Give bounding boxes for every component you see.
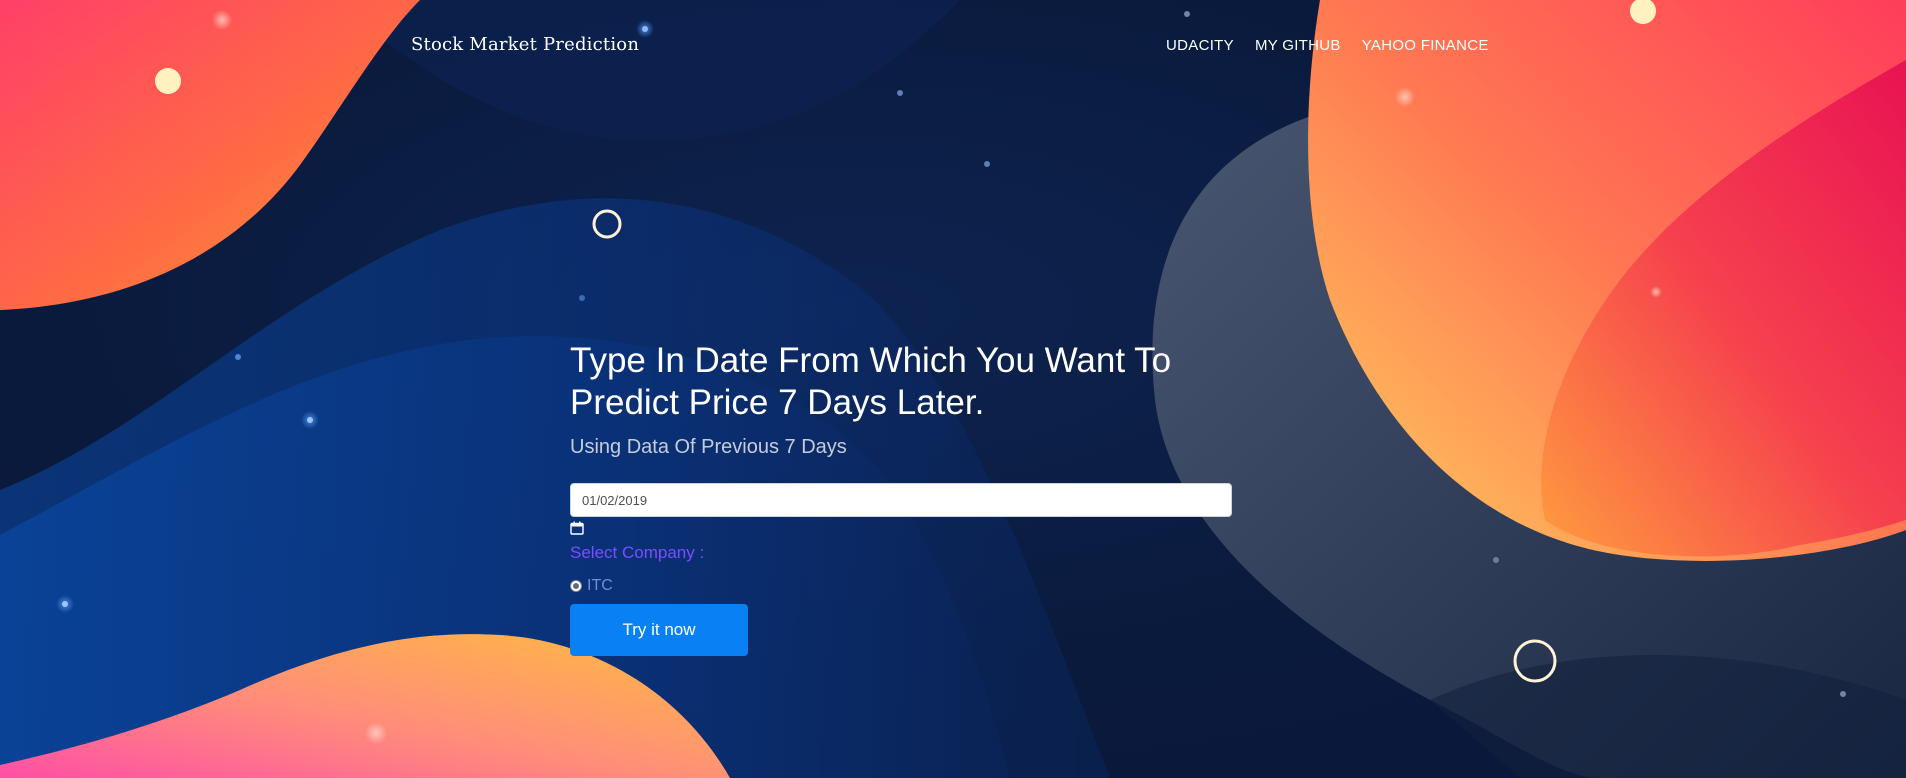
nav-link-udacity[interactable]: UDACITY bbox=[1166, 37, 1234, 54]
nav-link-github[interactable]: MY GITHUB bbox=[1255, 37, 1341, 54]
hero-title: Type In Date From Which You Want To Pred… bbox=[570, 341, 1172, 422]
navbar: Stock Market Prediction UDACITY MY GITHU… bbox=[0, 0, 1906, 92]
hero-subtitle: Using Data Of Previous 7 Days bbox=[570, 436, 847, 458]
prediction-form: Select Company : ITC Try it now bbox=[570, 483, 1232, 656]
nav-link-yahoo-finance[interactable]: YAHOO FINANCE bbox=[1362, 37, 1489, 54]
calendar-icon[interactable] bbox=[570, 521, 584, 535]
company-option-itc[interactable]: ITC bbox=[570, 577, 1232, 595]
company-label: Select Company : bbox=[570, 543, 705, 562]
radio-button[interactable] bbox=[570, 580, 582, 592]
page: Stock Market Prediction UDACITY MY GITHU… bbox=[0, 0, 1906, 778]
hero-section: Type In Date From Which You Want To Pred… bbox=[570, 340, 1232, 656]
radio-label[interactable]: ITC bbox=[587, 577, 613, 595]
radio-selected-dot bbox=[573, 583, 579, 589]
nav-links: UDACITY MY GITHUB YAHOO FINANCE bbox=[1166, 37, 1489, 54]
date-input[interactable] bbox=[570, 483, 1232, 517]
try-it-now-button[interactable]: Try it now bbox=[570, 604, 748, 656]
brand-title[interactable]: Stock Market Prediction bbox=[411, 34, 639, 55]
